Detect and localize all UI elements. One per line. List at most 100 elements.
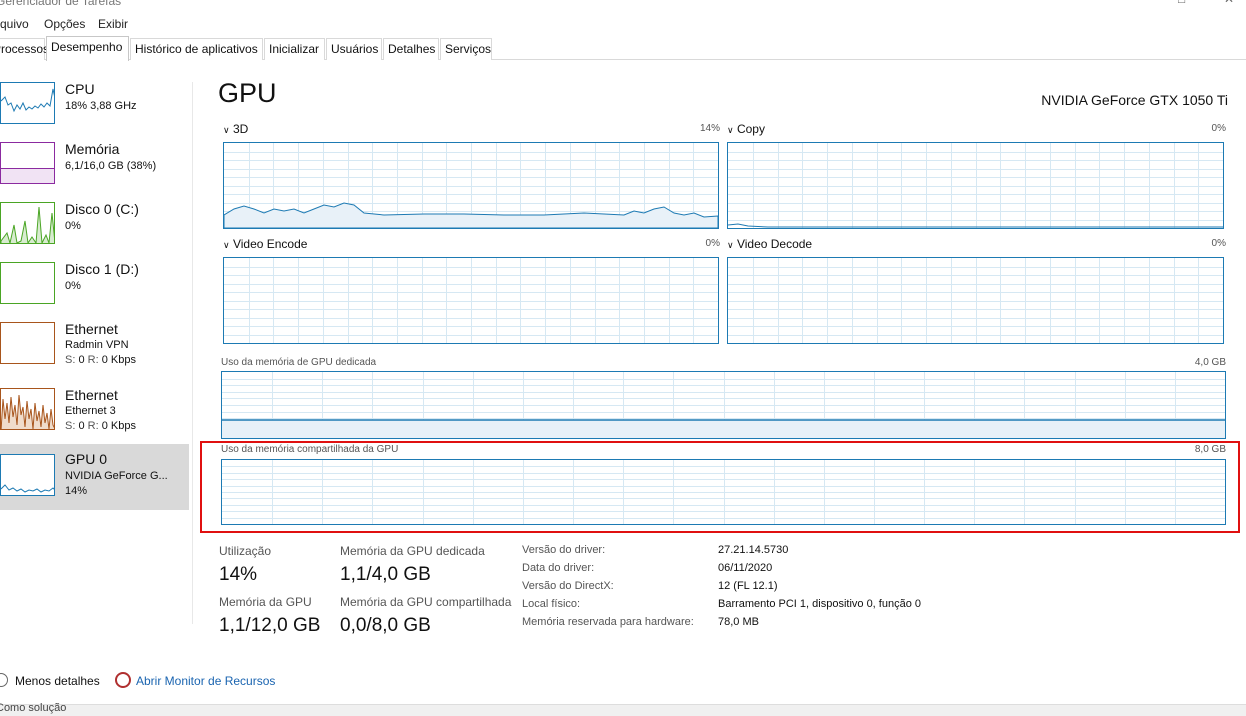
engine-3d-name: 3D [232,122,249,136]
title-bar: Gerenciador de Tarefas □ ✕ [0,0,1246,12]
sidebar-disk0-name: Disco 0 (C:) [65,201,139,217]
engine-video-encode-pct: 0% [705,238,720,249]
panel-divider [192,82,193,624]
sidebar-eth1-s-label: S: [65,354,76,366]
prop-driver-version-label: Versão do driver: [522,544,606,556]
engine-3d-graph [223,142,719,229]
prop-location-value: Barramento PCI 1, dispositivo 0, função … [718,598,921,610]
engine-video-encode-graph [223,257,719,344]
disk0-thumbnail [0,202,55,244]
memory-thumbnail [0,142,55,184]
memory-fill [1,168,54,183]
tab-detalhes[interactable]: Detalhes [383,38,439,60]
dedicated-memory-fill [222,420,1225,438]
sidebar-item-ethernet-radmin[interactable]: Ethernet Radmin VPN S: 0 R: 0 Kbps [0,318,189,380]
chevron-down-icon: ∨ [727,125,734,135]
ethernet-radmin-thumbnail [0,322,55,364]
sidebar-cpu-sub: 18% 3,88 GHz [65,100,137,112]
utilization-value: 14% [219,564,258,585]
tab-desempenho[interactable]: Desempenho [46,36,129,61]
dedicated-gpu-memory-value: 1,1/4,0 GB [340,564,431,585]
dedicated-memory-max: 4,0 GB [1194,357,1226,368]
gpu0-thumbnail [0,454,55,496]
sidebar-eth1-s-value: 0 [78,354,85,366]
sidebar-gpu0-pct: 14% [65,485,88,497]
engine-video-encode-graph-svg [224,258,718,343]
sidebar-item-disk1[interactable]: Disco 1 (D:) 0% [0,258,189,320]
resource-monitor-icon[interactable] [115,672,131,688]
menu-bar: Arquivo Opções Exibir [0,16,1246,34]
cpu-thumbnail [0,82,55,124]
sidebar-item-gpu0[interactable]: GPU 0 NVIDIA GeForce G... 14% [0,444,189,510]
tab-bar: Processos Desempenho Histórico de aplica… [0,36,1246,61]
footer: Menos detalhes Abrir Monitor de Recursos [0,668,1246,696]
sidebar-eth2-adapter: Ethernet 3 [65,405,116,417]
resource-monitor-link[interactable]: Abrir Monitor de Recursos [136,674,275,688]
engine-3d-graph-svg [224,143,718,228]
sidebar-gpu0-name: GPU 0 [65,451,108,467]
engine-video-decode-pct: 0% [1211,238,1226,249]
tab-historico[interactable]: Histórico de aplicativos [130,38,263,60]
fewer-details-link[interactable]: Menos detalhes [15,674,100,688]
close-icon[interactable]: ✕ [1224,0,1238,6]
menu-arquivo[interactable]: Arquivo [0,17,29,31]
disk1-thumbnail [0,262,55,304]
sidebar-eth1-name: Ethernet [65,321,118,337]
sidebar-eth2-throughput: S: 0 R: 0 Kbps [65,420,136,432]
sidebar-eth1-r-label: R: [87,354,99,366]
performance-sidebar: CPU 18% 3,88 GHz Memória 6,1/16,0 GB (38… [0,62,190,624]
sidebar-item-cpu[interactable]: CPU 18% 3,88 GHz [0,78,189,140]
shared-gpu-memory-label: Memória da GPU compartilhada [340,595,512,609]
tab-usuarios[interactable]: Usuários [326,38,382,60]
sidebar-cpu-name: CPU [65,81,95,97]
background-strip: Como solução [0,702,1246,716]
chevron-down-icon: ∨ [727,240,734,250]
sidebar-eth2-s-label: S: [65,420,76,432]
sidebar-item-ethernet-3[interactable]: Ethernet Ethernet 3 S: 0 R: 0 Kbps [0,384,189,446]
dedicated-gpu-memory-label: Memória da GPU dedicada [340,544,485,558]
sidebar-eth2-name: Ethernet [65,387,118,403]
sidebar-disk0-sub: 0% [65,220,81,232]
utilization-label: Utilização [219,544,272,558]
sidebar-eth2-r-value: 0 Kbps [101,420,136,432]
engine-video-decode-graph-svg [728,258,1223,343]
shared-gpu-memory-value: 0,0/8,0 GB [340,615,431,636]
prop-location-label: Local físico: [522,598,581,610]
menu-opcoes[interactable]: Opções [44,17,85,31]
prop-driver-date-label: Data do driver: [522,562,595,574]
engine-video-decode-name: Video Decode [736,237,813,251]
engine-copy-grid [728,143,1223,228]
engine-copy-graph [727,142,1224,229]
sidebar-disk1-name: Disco 1 (D:) [65,261,139,277]
chevron-down-icon: ∨ [223,125,230,135]
engine-video-decode-label[interactable]: ∨ Video Decode [727,237,812,251]
engine-video-decode-grid [728,258,1223,343]
engine-copy-label[interactable]: ∨ Copy [727,122,765,136]
prop-directx-label: Versão do DirectX: [522,580,614,592]
sidebar-item-memory[interactable]: Memória 6,1/16,0 GB (38%) [0,138,189,200]
sidebar-disk1-sub: 0% [65,280,81,292]
sidebar-item-disk0[interactable]: Disco 0 (C:) 0% [0,198,189,260]
prop-reserved-value: 78,0 MB [718,616,759,628]
prop-driver-date-value: 06/11/2020 [718,562,773,574]
dedicated-memory-label: Uso da memória de GPU dedicada [221,357,377,368]
engine-video-encode-name: Video Encode [232,237,308,251]
tab-inicializar[interactable]: Inicializar [264,38,325,60]
engine-copy-graph-svg [728,143,1223,228]
gpu-memory-value: 1,1/12,0 GB [219,615,321,636]
background-text: Como solução [0,702,67,714]
menu-exibir[interactable]: Exibir [98,17,128,31]
tab-servicos[interactable]: Serviços [440,38,492,60]
engine-copy-pct: 0% [1211,123,1226,134]
prop-directx-value: 12 (FL 12.1) [718,580,778,592]
sidebar-eth1-throughput: S: 0 R: 0 Kbps [65,354,136,366]
engine-3d-label[interactable]: ∨ 3D [223,122,248,136]
sidebar-eth1-adapter: Radmin VPN [65,339,129,351]
engine-video-encode-label[interactable]: ∨ Video Encode [223,237,307,251]
prop-driver-version-value: 27.21.14.5730 [718,544,789,556]
maximize-icon[interactable]: □ [1178,0,1192,6]
tab-processos[interactable]: Processos [0,38,49,60]
chevron-down-icon: ∨ [223,240,230,250]
chevron-up-icon[interactable] [0,673,8,687]
gpu-model-name: NVIDIA GeForce GTX 1050 Ti [1041,92,1228,108]
